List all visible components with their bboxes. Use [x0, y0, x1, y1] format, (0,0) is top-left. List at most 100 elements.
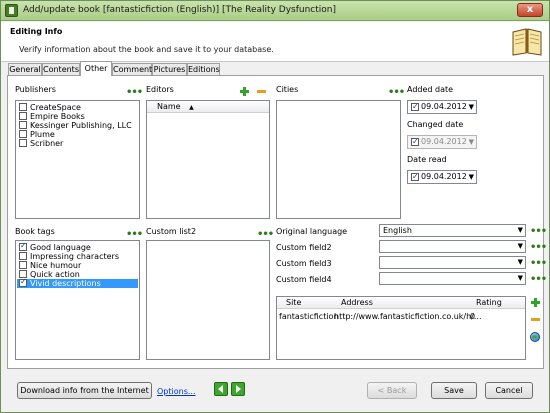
chevron-down-icon[interactable]: ▼ — [518, 257, 523, 268]
checkbox[interactable] — [19, 277, 27, 287]
original-language-more-button[interactable]: ••• — [530, 227, 547, 237]
close-button[interactable]: x — [517, 3, 543, 17]
name-column-label: Name — [157, 102, 181, 111]
checkbox[interactable] — [19, 112, 27, 120]
dialog-window: Add/update book [fantasticfiction (Engli… — [0, 0, 550, 413]
header-band: Editing Info Verify information about th… — [1, 22, 549, 62]
checkbox[interactable] — [19, 139, 27, 147]
checkbox[interactable] — [19, 130, 27, 138]
list-item[interactable]: Plume — [19, 130, 55, 139]
original-language-label: Original language — [276, 227, 348, 236]
list-item[interactable]: CreateSpace — [19, 103, 81, 112]
original-language-value: English — [383, 226, 412, 235]
options-link[interactable]: Options... — [157, 387, 196, 396]
list-item[interactable]: Quick action — [19, 270, 80, 279]
address-column-header[interactable]: Address — [341, 297, 373, 308]
publisher-label: Empire Books — [30, 112, 85, 121]
custom-field3-more-button[interactable]: ••• — [530, 259, 547, 269]
cities-list[interactable] — [276, 100, 401, 219]
tag-label: Vivid descriptions — [30, 279, 101, 288]
added-date-checkbox[interactable] — [411, 101, 419, 113]
back-button: < Back — [367, 382, 417, 399]
chevron-down-icon: ▼ — [468, 138, 474, 146]
arrow-left-icon — [218, 385, 223, 393]
tag-label: Impressing characters — [30, 252, 119, 261]
chevron-down-icon[interactable]: ▼ — [518, 225, 523, 236]
custom-list2-list[interactable] — [146, 240, 270, 360]
tag-label: Good language — [30, 243, 91, 252]
chevron-down-icon[interactable]: ▼ — [469, 101, 474, 113]
custom-field3-select[interactable]: ▼ — [379, 256, 526, 269]
header-subtitle: Verify information about the book and sa… — [19, 45, 274, 54]
sort-up-icon: ▲ — [189, 104, 194, 111]
book-icon — [512, 28, 542, 56]
date-read-value: 09.04.2012 — [421, 172, 467, 181]
changed-date-value: 09.04.2012 — [421, 137, 467, 146]
list-item[interactable]: Nice humour — [19, 261, 81, 270]
custom-field4-label: Custom field4 — [276, 275, 332, 284]
prev-book-button[interactable] — [214, 382, 228, 396]
chevron-down-icon[interactable]: ▼ — [518, 241, 523, 252]
checkbox[interactable] — [19, 103, 27, 111]
publishers-list[interactable]: CreateSpace Empire Books Kessinger Publi… — [15, 100, 140, 219]
tag-label: Quick action — [30, 270, 80, 279]
download-info-button[interactable]: Download info from the Internet — [17, 382, 152, 399]
book-tags-more-button[interactable]: ••• — [126, 230, 143, 240]
list-item[interactable]: Impressing characters — [19, 252, 119, 261]
added-date-picker[interactable]: 09.04.2012 ▼ — [407, 100, 477, 114]
sites-table-header: Site Address Rating — [277, 297, 525, 309]
list-item[interactable]: Scribner — [19, 139, 63, 148]
editors-list[interactable]: Name ▲ — [146, 100, 270, 219]
date-read-checkbox[interactable] — [411, 171, 419, 183]
publishers-label: Publishers — [15, 85, 56, 94]
book-tags-label: Book tags — [15, 227, 55, 236]
sites-table[interactable]: Site Address Rating fantasticfiction htt… — [276, 296, 526, 360]
cancel-button[interactable]: Cancel — [485, 382, 533, 399]
added-date-label: Added date — [407, 85, 454, 94]
publisher-label: Scribner — [30, 139, 64, 148]
checkbox[interactable] — [19, 241, 27, 251]
editors-column-header[interactable]: Name ▲ — [147, 101, 269, 113]
changed-date-checkbox — [411, 136, 419, 148]
save-button[interactable]: Save — [431, 382, 477, 399]
chevron-down-icon[interactable]: ▼ — [518, 273, 523, 284]
checkbox[interactable] — [19, 252, 27, 260]
title-bar[interactable]: Add/update book [fantasticfiction (Engli… — [1, 1, 549, 21]
custom-list2-more-button[interactable]: ••• — [257, 230, 274, 240]
add-site-icon[interactable] — [531, 298, 540, 307]
checkbox[interactable] — [19, 121, 27, 129]
original-language-select[interactable]: English ▼ — [379, 224, 526, 237]
book-tags-list[interactable]: Good language Impressing characters Nice… — [15, 240, 140, 360]
remove-editor-icon[interactable] — [257, 90, 266, 93]
chevron-down-icon[interactable]: ▼ — [469, 171, 474, 183]
next-book-button[interactable] — [231, 382, 245, 396]
globe-icon[interactable] — [530, 332, 540, 342]
checkbox[interactable] — [19, 261, 27, 269]
arrow-right-icon — [236, 385, 241, 393]
site-column-header[interactable]: Site — [286, 297, 301, 308]
tag-label: Nice humour — [30, 261, 82, 270]
date-read-label: Date read — [407, 155, 447, 164]
list-item[interactable]: Good language — [19, 241, 91, 252]
publishers-more-button[interactable]: ••• — [126, 88, 143, 98]
custom-field2-more-button[interactable]: ••• — [530, 243, 547, 253]
address-cell: http://www.fantasticfiction.co.uk/h/... — [334, 312, 482, 321]
add-editor-icon[interactable] — [240, 87, 249, 96]
list-item[interactable]: Empire Books — [19, 112, 85, 121]
custom-field2-select[interactable]: ▼ — [379, 240, 526, 253]
custom-field4-select[interactable]: ▼ — [379, 272, 526, 285]
list-item[interactable]: Kessinger Publishing, LLC — [19, 121, 132, 130]
date-read-picker[interactable]: 09.04.2012 ▼ — [407, 170, 477, 184]
rating-column-header[interactable]: Rating — [476, 297, 502, 308]
header-title: Editing Info — [10, 27, 63, 36]
window-title: Add/update book [fantasticfiction (Engli… — [23, 5, 336, 15]
changed-date-label: Changed date — [407, 120, 464, 129]
list-item-selected[interactable]: Vivid descriptions — [17, 277, 138, 288]
publisher-label: Plume — [30, 130, 55, 139]
tab-other[interactable]: Other — [80, 61, 112, 76]
remove-site-icon[interactable] — [531, 318, 540, 321]
table-row[interactable]: fantasticfiction http://www.fantasticfic… — [277, 311, 525, 322]
custom-field2-label: Custom field2 — [276, 243, 332, 252]
custom-field4-more-button[interactable]: ••• — [530, 275, 547, 285]
cities-more-button[interactable]: ••• — [388, 88, 405, 98]
